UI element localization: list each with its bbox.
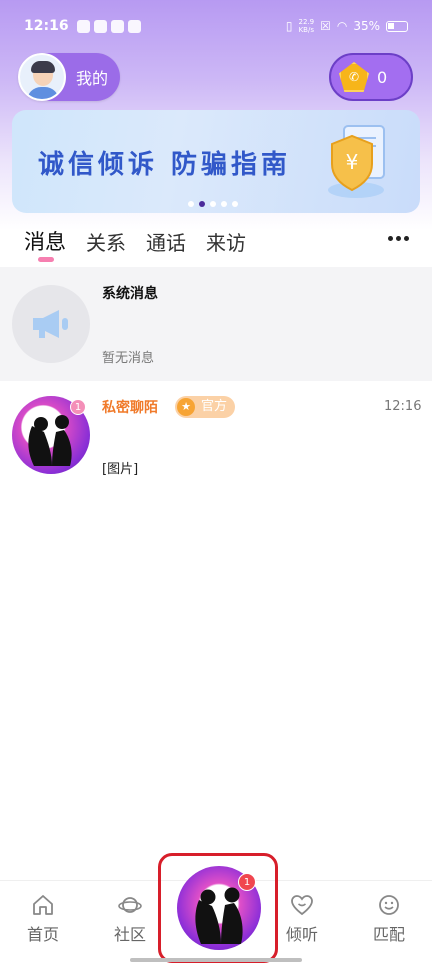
nav-home[interactable]: 首页	[13, 893, 73, 945]
tab-relations[interactable]: 关系	[86, 227, 126, 256]
nav-listen-label: 倾听	[285, 925, 318, 944]
more-options-button[interactable]	[388, 236, 409, 241]
status-time: 12:16	[24, 18, 69, 34]
banner-dot-active[interactable]	[199, 201, 205, 207]
chat-name: 私密聊陌	[102, 400, 158, 416]
status-bar: 12:16 ▯ 22.9 KB/s ☒ ◠ 35%	[0, 0, 432, 52]
unread-badge: 1	[70, 399, 86, 415]
planet-icon	[118, 897, 142, 913]
notification-link-icon	[93, 19, 107, 33]
network-speed-unit: KB/s	[298, 26, 314, 34]
svg-text:¥: ¥	[346, 150, 359, 174]
banner-pagination	[188, 201, 238, 207]
shield-icon: ¥	[328, 125, 385, 198]
more-dot-icon	[404, 236, 409, 241]
avatar	[18, 53, 66, 101]
chat-time: 12:16	[384, 399, 422, 414]
nav-community-label: 社区	[113, 925, 146, 944]
nav-home-label: 首页	[26, 925, 59, 944]
notification-store-icon	[110, 19, 124, 33]
smiley-icon	[379, 895, 399, 915]
heart-smile-icon	[291, 895, 313, 916]
tab-active-indicator	[38, 257, 54, 262]
notification-app-icon	[76, 19, 90, 33]
system-message-title: 系统消息	[102, 286, 158, 302]
official-badge-label: 官方	[201, 399, 228, 414]
coin-balance-button[interactable]: ✆ 0	[329, 53, 413, 101]
nav-community[interactable]: 社区	[100, 893, 160, 945]
tab-label: 通话	[146, 231, 186, 255]
home-icon	[33, 895, 53, 915]
notification-mail-icon	[127, 19, 141, 33]
chat-row[interactable]: 1 私密聊陌 ★ 官方 12:16 [图片]	[0, 381, 432, 495]
message-tabs: 消息 关系 通话 来访	[24, 226, 246, 262]
battery-icon	[386, 20, 408, 32]
banner-title: 诚信倾诉 防骗指南	[38, 150, 292, 180]
official-badge: ★ 官方	[175, 396, 236, 418]
banner-dot[interactable]	[232, 201, 238, 207]
battery-percent: 35%	[353, 19, 380, 33]
tab-calls[interactable]: 通话	[146, 227, 186, 256]
banner-dot[interactable]	[188, 201, 194, 207]
nav-listen[interactable]: 倾听	[272, 893, 332, 945]
network-speed-value: 22.9	[298, 18, 315, 26]
my-profile-label: 我的	[76, 69, 109, 88]
center-unread-badge: 1	[238, 873, 256, 891]
banner-dot[interactable]	[210, 201, 216, 207]
tab-label: 来访	[206, 231, 246, 255]
nav-match[interactable]: 匹配	[359, 893, 419, 945]
star-icon: ★	[177, 398, 195, 416]
status-right: ▯ 22.9 KB/s ☒ ◠ 35%	[286, 18, 408, 34]
chat-preview: [图片]	[102, 462, 139, 477]
center-chat-button[interactable]: 1	[158, 853, 278, 963]
wifi-icon: ◠	[336, 19, 348, 33]
system-avatar	[12, 285, 90, 363]
coin-balance-value: 0	[377, 67, 388, 87]
tab-messages[interactable]: 消息	[24, 226, 66, 262]
tab-visits[interactable]: 来访	[206, 227, 246, 256]
banner-dot[interactable]	[221, 201, 227, 207]
megaphone-icon	[33, 310, 68, 338]
tab-label: 消息	[24, 230, 66, 254]
tab-label: 关系	[86, 231, 126, 255]
network-speed: 22.9 KB/s	[298, 18, 314, 34]
more-dot-icon	[388, 236, 393, 241]
sim-icon: ☒	[320, 19, 331, 33]
my-profile-button[interactable]: 我的	[18, 53, 120, 101]
vibrate-icon: ▯	[285, 19, 293, 33]
system-message-row[interactable]: 系统消息 暂无消息	[0, 267, 432, 381]
promo-banner[interactable]: 诚信倾诉 防骗指南 ¥	[12, 110, 420, 213]
more-dot-icon	[396, 236, 401, 241]
coin-phone-icon: ✆	[339, 62, 369, 92]
system-message-subtitle: 暂无消息	[102, 351, 155, 366]
home-indicator	[130, 958, 302, 962]
nav-match-label: 匹配	[372, 925, 405, 944]
